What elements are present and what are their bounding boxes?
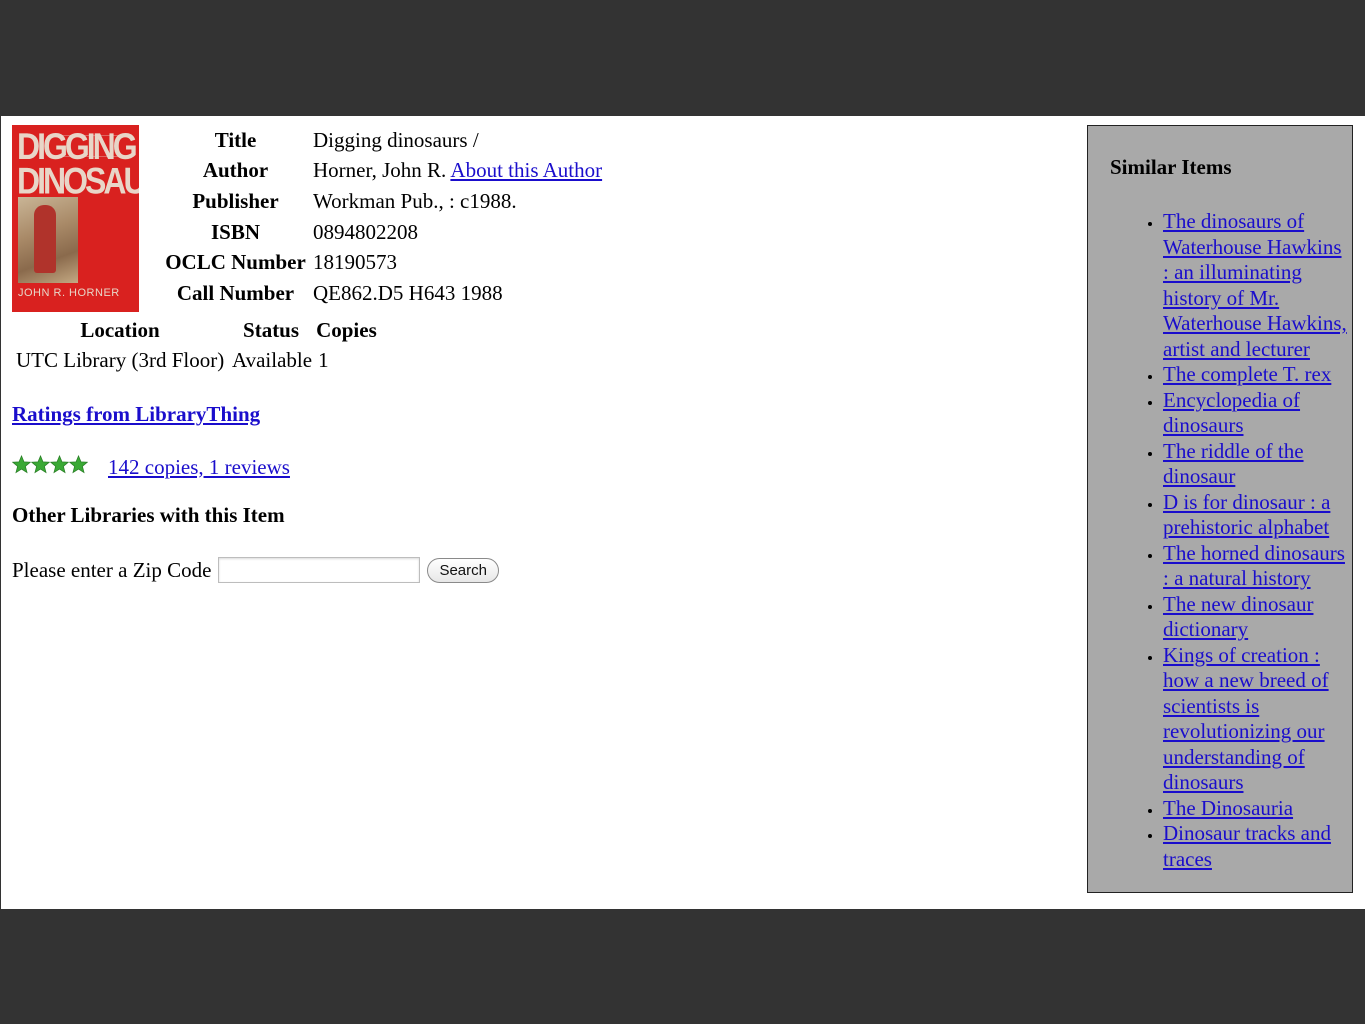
star-icon bbox=[69, 454, 88, 473]
zip-code-input[interactable] bbox=[218, 557, 421, 583]
field-value-publisher: Workman Pub., : c1988. bbox=[313, 188, 517, 213]
field-label: Call Number bbox=[176, 280, 295, 305]
field-label: ISBN bbox=[210, 219, 261, 244]
field-row-publisher: Publisher Workman Pub., : c1988. bbox=[162, 186, 604, 217]
list-item: The new dinosaur dictionary bbox=[1163, 592, 1348, 643]
field-value-title: Digging dinosaurs / bbox=[313, 127, 479, 152]
similar-item-link[interactable]: The riddle of the dinosaur bbox=[1163, 439, 1304, 489]
star-icon bbox=[12, 454, 31, 473]
main-column: DIGGING DINOSAURS JOHN R. HORNER Title D… bbox=[12, 125, 1072, 586]
copies-reviews-link[interactable]: 142 copies, 1 reviews bbox=[108, 455, 290, 480]
field-label: Author bbox=[202, 158, 269, 183]
page-content: DIGGING DINOSAURS JOHN R. HORNER Title D… bbox=[1, 116, 1365, 909]
book-cover-image: DIGGING DINOSAURS JOHN R. HORNER bbox=[12, 125, 139, 312]
author-name: Horner, John R. bbox=[313, 158, 447, 183]
record-details: DIGGING DINOSAURS JOHN R. HORNER Title D… bbox=[12, 125, 1072, 315]
search-button[interactable]: Search bbox=[427, 557, 499, 583]
holdings-copies: 1 bbox=[318, 347, 329, 372]
list-item: Dinosaur tracks and traces bbox=[1163, 821, 1348, 872]
field-row-author: Author Horner, John R. About this Author bbox=[162, 156, 604, 187]
field-row-title: Title Digging dinosaurs / bbox=[162, 125, 604, 156]
list-item: The dinosaurs of Waterhouse Hawkins : an… bbox=[1163, 209, 1348, 362]
field-row-isbn: ISBN 0894802208 bbox=[162, 217, 604, 248]
similar-items-heading: Similar Items bbox=[1110, 155, 1232, 179]
field-value-author: Horner, John R. About this Author bbox=[309, 156, 604, 187]
similar-item-link[interactable]: Kings of creation : how a new breed of s… bbox=[1163, 643, 1329, 795]
holdings-table: Location Status Copies UTC Library (3rd … bbox=[12, 315, 379, 375]
zip-search-form: Please enter a Zip Code Search bbox=[12, 554, 1072, 586]
holdings-status: Available bbox=[232, 347, 313, 372]
about-author-link[interactable]: About this Author bbox=[450, 158, 602, 182]
table-row: UTC Library (3rd Floor) Available 1 bbox=[12, 345, 379, 375]
similar-item-link[interactable]: The dinosaurs of Waterhouse Hawkins : an… bbox=[1163, 209, 1347, 361]
field-value-isbn: 0894802208 bbox=[313, 219, 418, 244]
list-item: The Dinosauria bbox=[1163, 796, 1348, 822]
holdings-header-copies: Copies bbox=[316, 317, 377, 342]
similar-item-link[interactable]: Dinosaur tracks and traces bbox=[1163, 821, 1331, 871]
field-value-oclc: 18190573 bbox=[313, 250, 397, 275]
other-libraries-heading: Other Libraries with this Item bbox=[12, 503, 285, 527]
cover-title-text: DIGGING DINOSAURS bbox=[17, 125, 139, 202]
list-item: The riddle of the dinosaur bbox=[1163, 439, 1348, 490]
holdings-header-location: Location bbox=[80, 317, 160, 342]
star-rating bbox=[12, 454, 88, 474]
field-row-oclc: OCLC Number 18190573 bbox=[162, 247, 604, 278]
holdings-location: UTC Library (3rd Floor) bbox=[16, 347, 225, 372]
librarything-ratings-link[interactable]: Ratings from LibraryThing bbox=[12, 402, 260, 427]
list-item: Encyclopedia of dinosaurs bbox=[1163, 388, 1348, 439]
list-item: The horned dinosaurs : a natural history bbox=[1163, 541, 1348, 592]
field-label: Publisher bbox=[192, 188, 279, 213]
field-label: OCLC Number bbox=[165, 250, 306, 275]
similar-item-link[interactable]: Encyclopedia of dinosaurs bbox=[1163, 388, 1300, 438]
star-icon bbox=[50, 454, 69, 473]
cover-figure bbox=[34, 205, 56, 273]
similar-items-list: The dinosaurs of Waterhouse Hawkins : an… bbox=[1088, 209, 1352, 872]
list-item: D is for dinosaur : a prehistoric alphab… bbox=[1163, 490, 1348, 541]
ratings-row: 142 copies, 1 reviews bbox=[12, 452, 1072, 482]
similar-item-link[interactable]: The complete T. rex bbox=[1163, 362, 1331, 386]
holdings-header-status: Status bbox=[243, 317, 300, 342]
field-label: Title bbox=[214, 127, 257, 152]
similar-item-link[interactable]: The horned dinosaurs : a natural history bbox=[1163, 541, 1345, 591]
similar-item-link[interactable]: The new dinosaur dictionary bbox=[1163, 592, 1313, 642]
field-row-call-number: Call Number QE862.D5 H643 1988 bbox=[162, 278, 604, 309]
holdings-header-row: Location Status Copies bbox=[12, 315, 379, 345]
cover-author-text: JOHN R. HORNER bbox=[18, 287, 120, 299]
list-item: Kings of creation : how a new breed of s… bbox=[1163, 643, 1348, 796]
list-item: The complete T. rex bbox=[1163, 362, 1348, 388]
similar-item-link[interactable]: D is for dinosaur : a prehistoric alphab… bbox=[1163, 490, 1330, 540]
similar-item-link[interactable]: The Dinosauria bbox=[1163, 796, 1293, 820]
zip-label: Please enter a Zip Code bbox=[12, 557, 212, 582]
similar-items-sidebar: Similar Items The dinosaurs of Waterhous… bbox=[1087, 125, 1353, 893]
star-icon bbox=[31, 454, 50, 473]
bibliographic-table: Title Digging dinosaurs / Author Horner,… bbox=[162, 125, 604, 309]
field-value-call-number: QE862.D5 H643 1988 bbox=[313, 280, 503, 305]
